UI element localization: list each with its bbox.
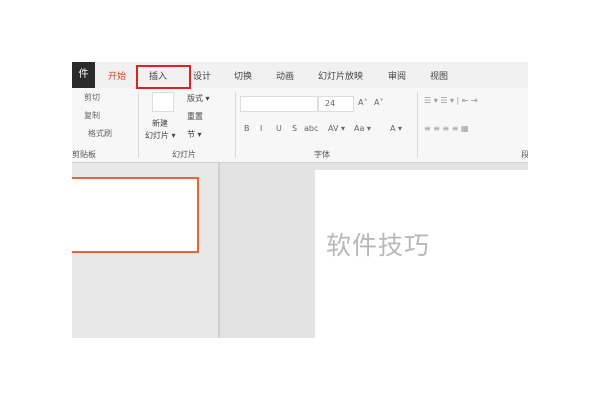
powerpoint-window: 件 开始 插入 设计 切换 动画 幻灯片放映 审阅 视图 剪切 复制 格式刷 剪… bbox=[72, 62, 528, 338]
group-label-clipboard: 剪贴板 bbox=[72, 150, 96, 159]
tab-design[interactable]: 设计 bbox=[193, 69, 211, 82]
tab-review[interactable]: 审阅 bbox=[388, 69, 406, 82]
tab-view[interactable]: 视图 bbox=[430, 69, 448, 82]
shrink-font-button[interactable]: A˅ bbox=[374, 98, 383, 107]
group-label-slides: 幻灯片 bbox=[172, 150, 196, 159]
ribbon: 剪切 复制 格式刷 剪贴板 新建 幻灯片 ▾ 版式 ▾ 重置 节 ▾ 幻灯片 2… bbox=[72, 88, 528, 163]
slide-thumbnails-pane bbox=[72, 163, 220, 338]
tab-file[interactable]: 件 bbox=[72, 62, 95, 88]
strike-button[interactable]: S bbox=[292, 124, 297, 133]
copy-button[interactable]: 复制 bbox=[84, 110, 100, 121]
section-button[interactable]: 节 ▾ bbox=[187, 129, 202, 140]
font-color-button[interactable]: A ▾ bbox=[390, 124, 402, 133]
tab-transitions[interactable]: 切换 bbox=[234, 69, 252, 82]
font-name-input[interactable] bbox=[240, 96, 318, 112]
abc-button[interactable]: abc bbox=[304, 124, 318, 133]
divider bbox=[417, 92, 418, 158]
change-case-button[interactable]: Aa ▾ bbox=[354, 124, 371, 133]
layout-button[interactable]: 版式 ▾ bbox=[187, 93, 210, 104]
bold-button[interactable]: B bbox=[244, 124, 250, 133]
underline-button[interactable]: U bbox=[276, 124, 282, 133]
new-slide-button[interactable]: 新建 bbox=[152, 118, 168, 129]
align-icons[interactable]: ≡ ≡ ≡ ≡ ▦ bbox=[424, 124, 469, 133]
new-slide-icon[interactable] bbox=[152, 92, 174, 112]
char-spacing-button[interactable]: AV ▾ bbox=[328, 124, 345, 133]
format-painter-button[interactable]: 格式刷 bbox=[88, 128, 112, 139]
italic-button[interactable]: I bbox=[260, 124, 262, 133]
grow-font-button[interactable]: A˄ bbox=[358, 98, 367, 107]
insert-tab-highlight bbox=[136, 65, 191, 89]
watermark: 软件技巧 bbox=[326, 231, 431, 260]
tab-animations[interactable]: 动画 bbox=[276, 69, 294, 82]
tab-slideshow[interactable]: 幻灯片放映 bbox=[318, 69, 363, 82]
cut-button[interactable]: 剪切 bbox=[84, 92, 100, 103]
bullets-icon[interactable]: ☰ ▾ ☰ ▾ | ⇤ ⇥ bbox=[424, 96, 478, 105]
reset-button[interactable]: 重置 bbox=[187, 111, 203, 122]
font-size-input[interactable]: 24 bbox=[318, 96, 354, 112]
divider bbox=[138, 92, 139, 158]
group-label-font: 字体 bbox=[314, 150, 330, 159]
group-label-paragraph: 段 bbox=[521, 150, 528, 159]
slide-thumbnail-1[interactable] bbox=[72, 177, 199, 253]
tab-home[interactable]: 开始 bbox=[108, 69, 126, 82]
divider bbox=[235, 92, 236, 158]
new-slide-dropdown[interactable]: 幻灯片 ▾ bbox=[145, 130, 176, 141]
